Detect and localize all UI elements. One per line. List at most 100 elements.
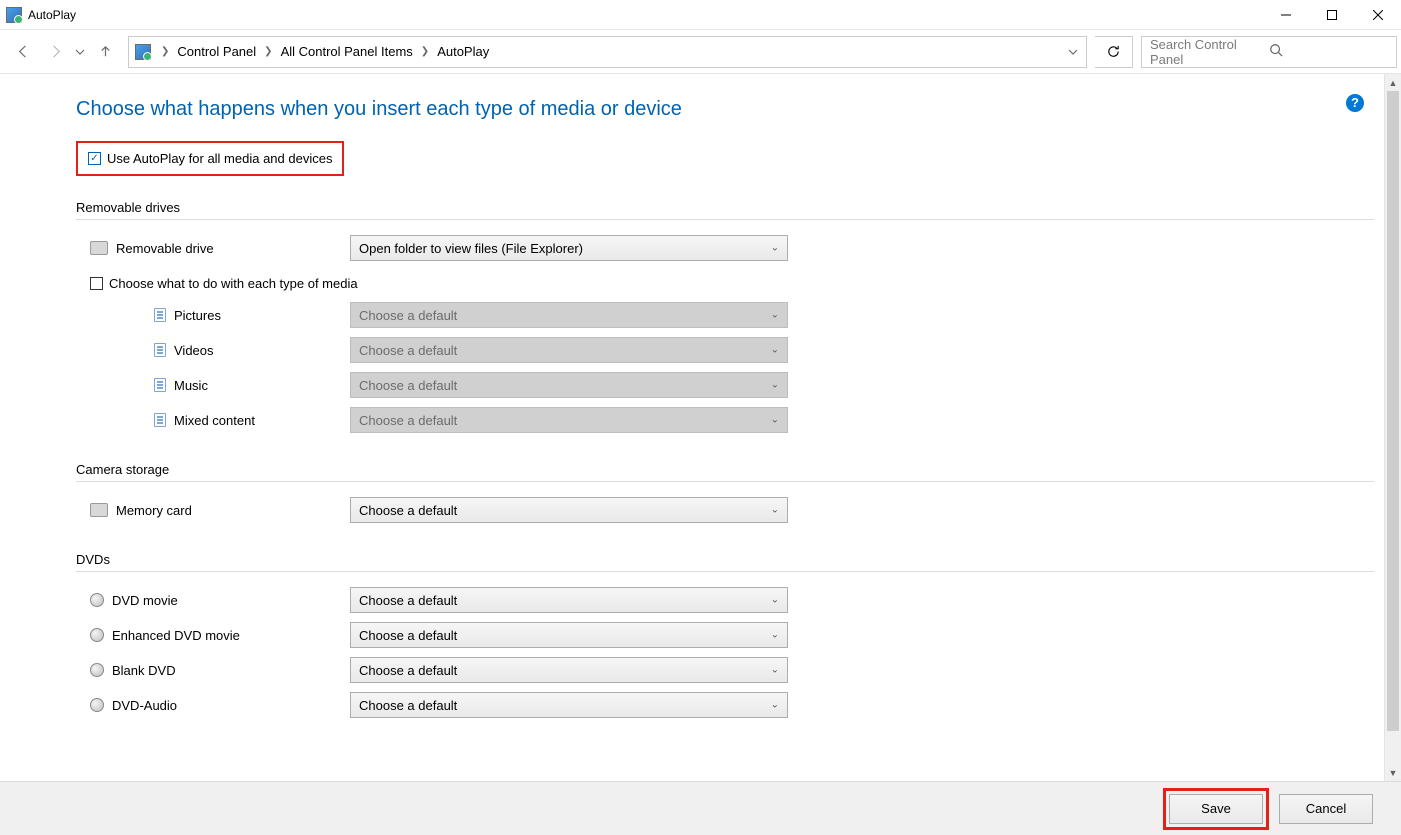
row-label: Blank DVD bbox=[112, 663, 176, 678]
navbar: ❯ Control Panel ❯ All Control Panel Item… bbox=[0, 30, 1401, 74]
chevron-down-icon: ⌄ bbox=[771, 505, 779, 516]
chevron-right-icon: ❯ bbox=[258, 46, 278, 57]
section-dvds: DVDs DVD movie Choose a default ⌄ Enhance… bbox=[76, 552, 1384, 719]
titlebar: AutoPlay bbox=[0, 0, 1401, 30]
dropdown-value: Choose a default bbox=[359, 593, 457, 608]
row-label: Pictures bbox=[174, 308, 221, 323]
content: ? Choose what happens when you insert ea… bbox=[0, 74, 1384, 781]
section-title: DVDs bbox=[76, 552, 1384, 567]
enhanced-dvd-movie-dropdown[interactable]: Choose a default ⌄ bbox=[350, 622, 788, 648]
chevron-down-icon: ⌄ bbox=[771, 700, 779, 711]
window-title: AutoPlay bbox=[28, 8, 76, 22]
chevron-down-icon: ⌄ bbox=[771, 380, 779, 391]
section-camera-storage: Camera storage Memory card Choose a defa… bbox=[76, 462, 1384, 524]
breadcrumb-item[interactable]: All Control Panel Items bbox=[279, 44, 415, 59]
forward-button[interactable] bbox=[40, 37, 70, 67]
search-placeholder: Search Control Panel bbox=[1150, 37, 1269, 67]
row-label: Removable drive bbox=[116, 241, 214, 256]
footer: Save Cancel bbox=[0, 781, 1401, 835]
row-label: Enhanced DVD movie bbox=[112, 628, 240, 643]
chevron-down-icon: ⌄ bbox=[771, 595, 779, 606]
dropdown-value: Choose a default bbox=[359, 503, 457, 518]
pictures-icon bbox=[154, 308, 166, 322]
removable-drive-icon bbox=[90, 241, 108, 255]
use-autoplay-label: Use AutoPlay for all media and devices bbox=[107, 151, 332, 166]
page-title: Choose what happens when you insert each… bbox=[76, 98, 1384, 121]
vertical-scrollbar[interactable]: ▲ ▼ bbox=[1384, 74, 1401, 781]
dvd-audio-icon bbox=[90, 698, 104, 712]
row-label: Music bbox=[174, 378, 208, 393]
chevron-down-icon: ⌄ bbox=[771, 310, 779, 321]
row-label: DVD-Audio bbox=[112, 698, 177, 713]
scroll-up-button[interactable]: ▲ bbox=[1385, 74, 1401, 91]
divider bbox=[76, 571, 1374, 572]
dropdown-value: Choose a default bbox=[359, 663, 457, 678]
memory-card-dropdown[interactable]: Choose a default ⌄ bbox=[350, 497, 788, 523]
divider bbox=[76, 481, 1374, 482]
pictures-dropdown[interactable]: Choose a default ⌄ bbox=[350, 302, 788, 328]
help-icon[interactable]: ? bbox=[1346, 94, 1364, 112]
blank-dvd-icon bbox=[90, 663, 104, 677]
maximize-button[interactable] bbox=[1309, 0, 1355, 30]
row-label: DVD movie bbox=[112, 593, 178, 608]
minimize-button[interactable] bbox=[1263, 0, 1309, 30]
dropdown-value: Choose a default bbox=[359, 308, 457, 323]
dropdown-value: Choose a default bbox=[359, 698, 457, 713]
breadcrumb[interactable]: ❯ Control Panel ❯ All Control Panel Item… bbox=[128, 36, 1087, 68]
removable-drive-dropdown[interactable]: Open folder to view files (File Explorer… bbox=[350, 235, 788, 261]
section-title: Removable drives bbox=[76, 200, 1384, 215]
row-label: Mixed content bbox=[174, 413, 255, 428]
chevron-down-icon: ⌄ bbox=[771, 415, 779, 426]
highlight-save: Save bbox=[1163, 788, 1269, 830]
back-button[interactable] bbox=[8, 37, 38, 67]
app-icon bbox=[6, 7, 22, 23]
breadcrumb-item[interactable]: AutoPlay bbox=[435, 44, 491, 59]
save-button[interactable]: Save bbox=[1169, 794, 1263, 824]
cancel-button[interactable]: Cancel bbox=[1279, 794, 1373, 824]
choose-media-label: Choose what to do with each type of medi… bbox=[109, 276, 358, 291]
blank-dvd-dropdown[interactable]: Choose a default ⌄ bbox=[350, 657, 788, 683]
chevron-down-icon: ⌄ bbox=[771, 243, 779, 254]
up-button[interactable] bbox=[90, 37, 120, 67]
chevron-down-icon: ⌄ bbox=[771, 345, 779, 356]
memory-card-icon bbox=[90, 503, 108, 517]
enhanced-dvd-movie-icon bbox=[90, 628, 104, 642]
breadcrumb-item[interactable]: Control Panel bbox=[175, 44, 258, 59]
music-dropdown[interactable]: Choose a default ⌄ bbox=[350, 372, 788, 398]
chevron-down-icon: ⌄ bbox=[771, 665, 779, 676]
dvd-movie-dropdown[interactable]: Choose a default ⌄ bbox=[350, 587, 788, 613]
window-controls bbox=[1263, 0, 1401, 30]
chevron-right-icon: ❯ bbox=[415, 46, 435, 57]
search-input[interactable]: Search Control Panel bbox=[1141, 36, 1397, 68]
dropdown-value: Choose a default bbox=[359, 343, 457, 358]
dropdown-value: Open folder to view files (File Explorer… bbox=[359, 241, 583, 256]
videos-icon bbox=[154, 343, 166, 357]
section-title: Camera storage bbox=[76, 462, 1384, 477]
scroll-thumb[interactable] bbox=[1387, 91, 1399, 731]
dvd-movie-icon bbox=[90, 593, 104, 607]
mixed-content-dropdown[interactable]: Choose a default ⌄ bbox=[350, 407, 788, 433]
highlight-use-autoplay: Use AutoPlay for all media and devices bbox=[76, 141, 344, 176]
dvd-audio-dropdown[interactable]: Choose a default ⌄ bbox=[350, 692, 788, 718]
music-icon bbox=[154, 378, 166, 392]
section-removable-drives: Removable drives Removable drive Open fo… bbox=[76, 200, 1384, 434]
mixed-content-icon bbox=[154, 413, 166, 427]
dropdown-value: Choose a default bbox=[359, 413, 457, 428]
videos-dropdown[interactable]: Choose a default ⌄ bbox=[350, 337, 788, 363]
choose-media-checkbox[interactable] bbox=[90, 277, 103, 290]
chevron-down-icon: ⌄ bbox=[771, 630, 779, 641]
close-button[interactable] bbox=[1355, 0, 1401, 30]
divider bbox=[76, 219, 1374, 220]
search-icon bbox=[1269, 43, 1388, 60]
breadcrumb-icon bbox=[135, 44, 151, 60]
scroll-down-button[interactable]: ▼ bbox=[1385, 764, 1401, 781]
row-label: Videos bbox=[174, 343, 214, 358]
refresh-button[interactable] bbox=[1095, 36, 1133, 68]
history-dropdown[interactable] bbox=[72, 37, 88, 67]
breadcrumb-history-dropdown[interactable] bbox=[1062, 37, 1084, 67]
dropdown-value: Choose a default bbox=[359, 378, 457, 393]
use-autoplay-checkbox[interactable] bbox=[88, 152, 101, 165]
dropdown-value: Choose a default bbox=[359, 628, 457, 643]
row-label: Memory card bbox=[116, 503, 192, 518]
chevron-right-icon: ❯ bbox=[155, 46, 175, 57]
